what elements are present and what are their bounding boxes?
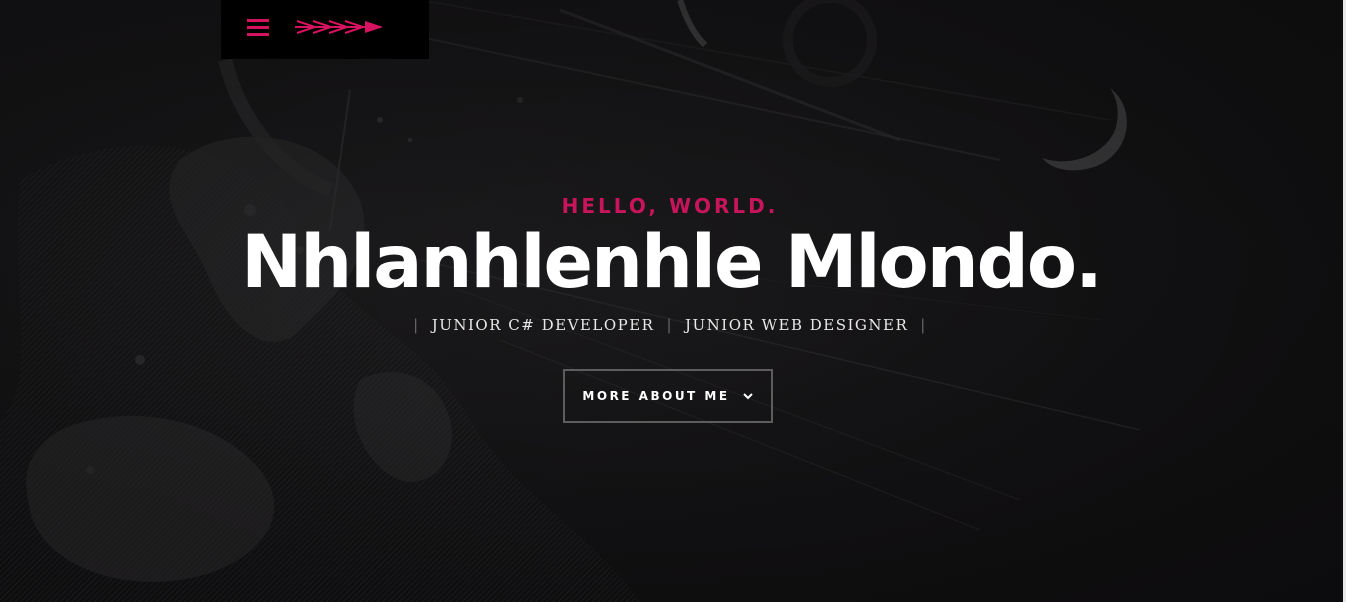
site-header bbox=[221, 0, 429, 59]
role-csharp-developer: JUNIOR C# DEVELOPER bbox=[431, 316, 655, 334]
page-title: Nhlanhlenhle Mlondo. bbox=[241, 220, 1103, 305]
arrow-logo-icon[interactable] bbox=[295, 18, 385, 36]
roles-line: | JUNIOR C# DEVELOPER | JUNIOR WEB DESIGNER… bbox=[0, 314, 1340, 336]
role-separator: | bbox=[920, 316, 927, 334]
more-about-me-button[interactable]: MORE ABOUT ME bbox=[563, 369, 773, 423]
chevron-down-icon bbox=[742, 393, 753, 400]
more-about-me-label: MORE ABOUT ME bbox=[582, 389, 730, 403]
role-web-designer: JUNIOR WEB DESIGNER bbox=[685, 316, 909, 334]
role-separator: | bbox=[413, 316, 420, 334]
hero-section: HELLO, WORLD. Nhlanhlenhle Mlondo. | JUNI… bbox=[0, 0, 1346, 602]
greeting-text: HELLO, WORLD. bbox=[561, 194, 779, 218]
hamburger-menu-icon[interactable] bbox=[247, 17, 271, 39]
role-separator: | bbox=[666, 316, 674, 334]
